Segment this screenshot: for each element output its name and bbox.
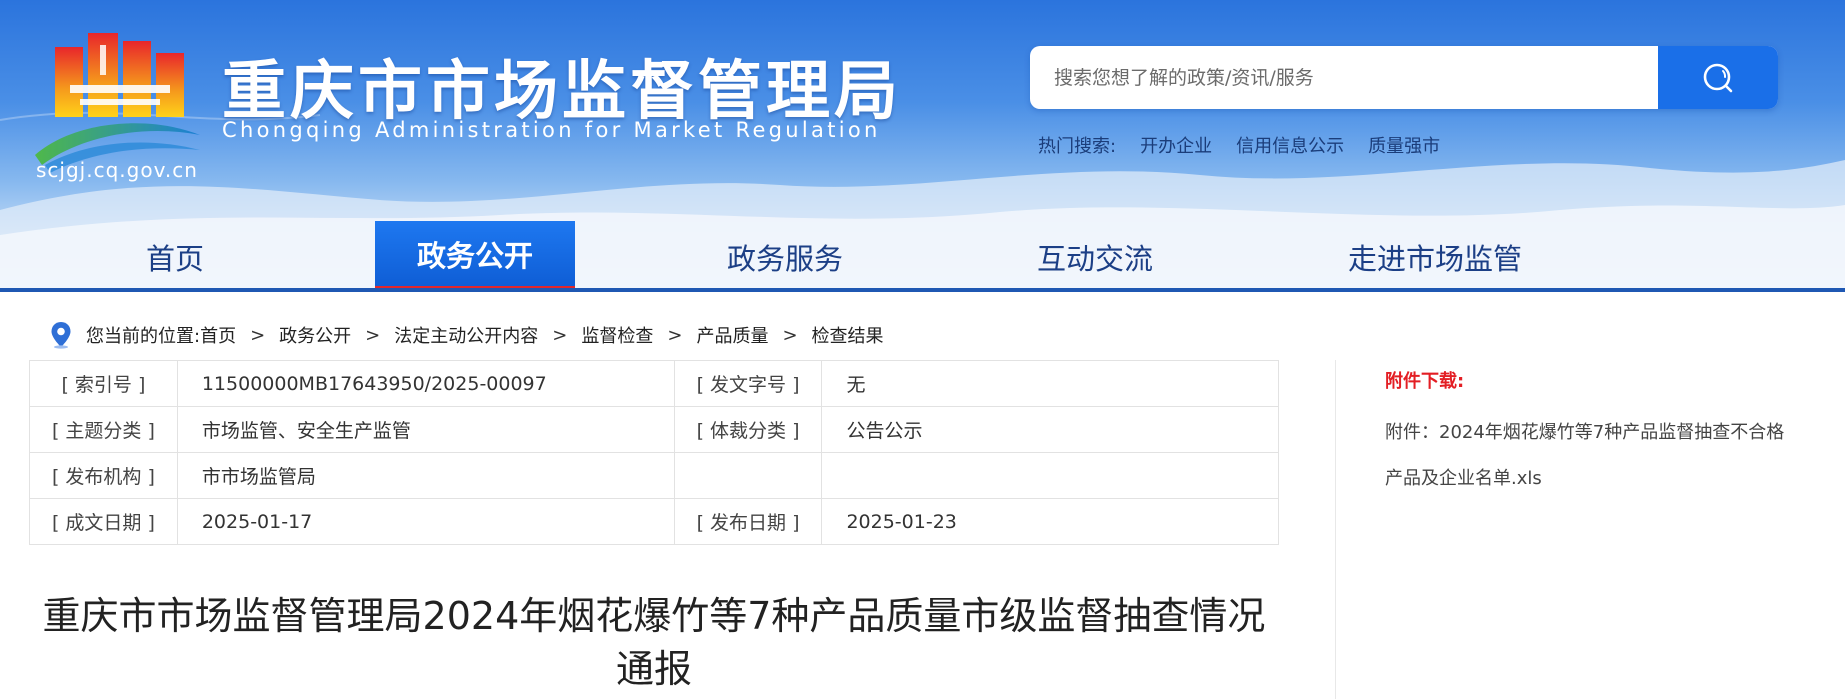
document-meta-table: [ 索引号 ] 11500000MB17643950/2025-00097 [ … [29, 360, 1279, 545]
location-pin-icon [51, 322, 71, 349]
search-button[interactable] [1658, 46, 1778, 109]
hot-search-link[interactable]: 质量强市 [1368, 132, 1440, 158]
nav-item-home[interactable]: 首页 [95, 221, 255, 292]
breadcrumb-separator: > [782, 324, 798, 346]
meta-label: [ 索引号 ] [29, 360, 178, 407]
meta-label: [ 发文字号 ] [673, 360, 823, 407]
main-nav: 首页 政务公开 政务服务 互动交流 走进市场监管 [0, 221, 1845, 292]
breadcrumb-item-home[interactable]: 首页 [200, 322, 236, 348]
meta-value: 市场监管、安全生产监管 [176, 406, 675, 453]
breadcrumb-item[interactable]: 产品质量 [696, 322, 768, 348]
breadcrumb-separator: > [365, 324, 381, 346]
meta-label: [ 体裁分类 ] [673, 406, 823, 453]
breadcrumb-item[interactable]: 法定主动公开内容 [394, 322, 538, 348]
table-row: [ 索引号 ] 11500000MB17643950/2025-00097 [ … [29, 360, 1279, 407]
breadcrumb: 您当前的位置: 首页 > 政务公开 > 法定主动公开内容 > 监督检查 > 产品… [50, 320, 884, 350]
search-icon [1703, 63, 1733, 92]
site-domain: scjgj.cq.gov.cn [36, 158, 198, 182]
nav-item-government-affairs[interactable]: 政务公开 [375, 221, 575, 292]
meta-label: [ 主题分类 ] [29, 406, 178, 453]
meta-value [821, 452, 1279, 499]
breadcrumb-prefix: 您当前的位置: [86, 326, 201, 347]
breadcrumb-item[interactable]: 政务公开 [279, 322, 351, 348]
nav-item-interaction[interactable]: 互动交流 [1005, 221, 1185, 292]
table-row: [ 发布机构 ] 市市场监管局 [29, 452, 1279, 499]
breadcrumb-separator: > [552, 324, 568, 346]
breadcrumb-separator: > [250, 324, 266, 346]
meta-label: [ 发布机构 ] [29, 452, 178, 499]
nav-item-government-services[interactable]: 政务服务 [695, 221, 875, 292]
site-subtitle: Chongqing Administration for Market Regu… [222, 118, 881, 142]
meta-value: 市市场监管局 [176, 452, 675, 499]
site-header: scjgj.cq.gov.cn 重庆市市场监督管理局 Chongqing Adm… [0, 0, 1845, 292]
hot-search-link[interactable]: 开办企业 [1140, 132, 1212, 158]
hot-search-label: 热门搜索: [1038, 136, 1117, 157]
search-box [1030, 46, 1778, 109]
article-title: 重庆市市场监督管理局2024年烟花爆竹等7种产品质量市级监督抽查情况通报 [42, 594, 1266, 691]
attachment-title: 附件下载: [1385, 371, 1465, 392]
nav-item-about[interactable]: 走进市场监管 [1330, 221, 1540, 292]
breadcrumb-item-current[interactable]: 检查结果 [812, 322, 884, 348]
hot-search-link[interactable]: 信用信息公示 [1236, 132, 1344, 158]
meta-value: 2025-01-23 [821, 498, 1279, 545]
meta-value: 2025-01-17 [176, 498, 675, 545]
meta-label: [ 发布日期 ] [673, 498, 823, 545]
table-row: [ 成文日期 ] 2025-01-17 [ 发布日期 ] 2025-01-23 [29, 498, 1279, 545]
attachment-link[interactable]: 附件：2024年烟花爆竹等7种产品监督抽查不合格产品及企业名单.xls [1385, 410, 1785, 502]
table-row: [ 主题分类 ] 市场监管、安全生产监管 [ 体裁分类 ] 公告公示 [29, 406, 1279, 453]
search-input[interactable] [1054, 46, 1654, 109]
meta-label: [ 成文日期 ] [29, 498, 178, 545]
breadcrumb-item[interactable]: 监督检查 [581, 322, 653, 348]
sidebar-divider [1335, 360, 1336, 699]
meta-value: 11500000MB17643950/2025-00097 [176, 360, 675, 407]
breadcrumb-separator: > [667, 324, 683, 346]
meta-value: 公告公示 [821, 406, 1279, 453]
hot-search: 热门搜索: 开办企业 信用信息公示 质量强市 [1038, 132, 1440, 158]
nav-divider [0, 288, 1845, 292]
meta-value: 无 [821, 360, 1279, 407]
meta-label [673, 452, 823, 499]
